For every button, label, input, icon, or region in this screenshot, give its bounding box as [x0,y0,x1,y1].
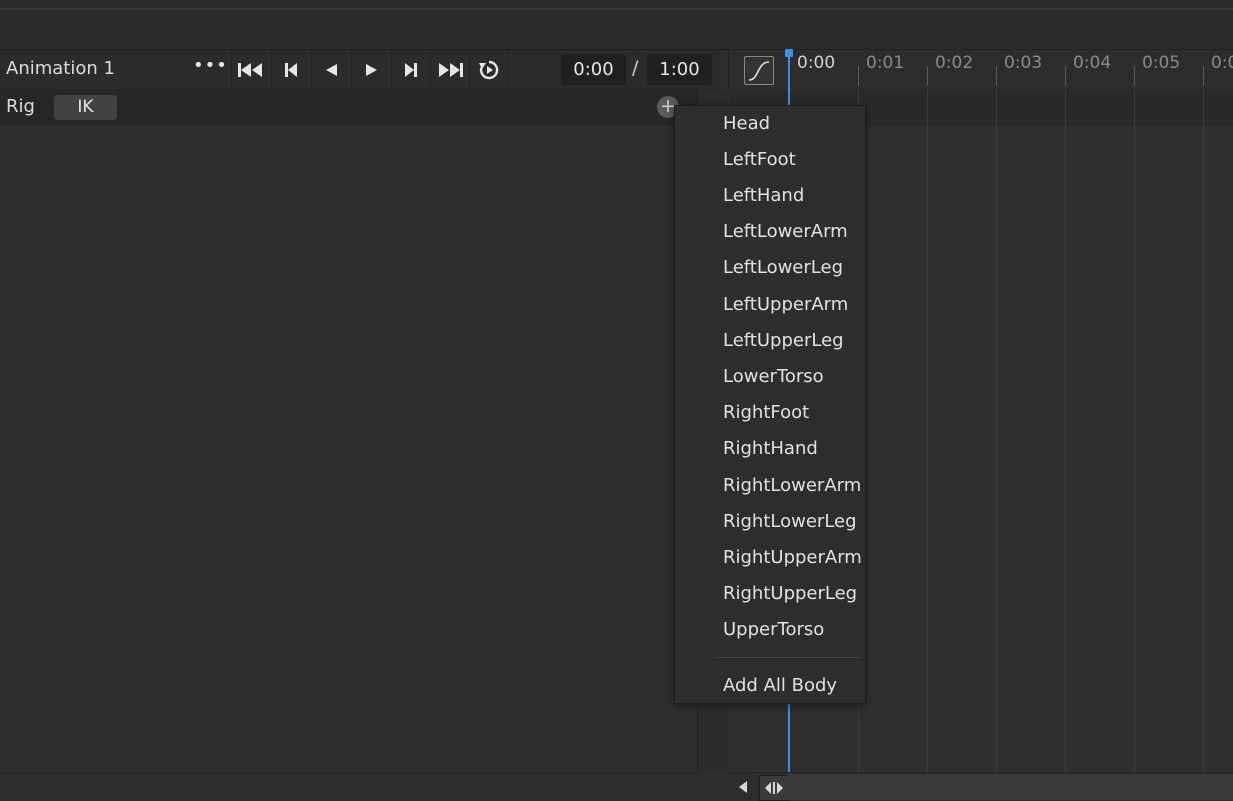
menu-item-lefthand[interactable]: LeftHand [723,185,804,206]
timeline-gridline [1203,90,1204,772]
previous-keyframe-icon [285,62,297,77]
menu-item-add-all-body[interactable]: Add All Body [723,675,837,696]
play-icon [366,63,377,76]
add-track-menu: Head LeftFoot LeftHand LeftLowerArm Left… [674,105,866,704]
playhead-handle[interactable] [785,49,793,57]
menu-item-leftlowerleg[interactable]: LeftLowerLeg [723,257,843,278]
menu-item-rightlowerarm[interactable]: RightLowerArm [723,475,861,496]
loop-button[interactable] [469,50,509,89]
time-separator: / [632,57,639,79]
ruler-tick [996,66,997,86]
ruler-label: 0:03 [1004,53,1043,73]
menu-item-rightupperarm[interactable]: RightUpperArm [723,547,862,568]
timeline-gridline [996,90,997,772]
track-list-panel [0,126,697,772]
scroll-left-button[interactable] [735,777,751,797]
next-keyframe-button[interactable] [391,50,430,89]
ruler-label: 0:01 [866,53,905,73]
skip-to-start-icon [238,62,262,77]
ruler-tick [1065,66,1066,86]
step-back-icon [326,63,337,76]
top-divider [0,8,1233,10]
easing-curve-button[interactable] [744,56,774,85]
skip-to-end-icon [439,62,463,77]
ruler-label: 0:02 [935,53,974,73]
rig-label: Rig [6,96,35,117]
current-time-field[interactable]: 0:00 [561,54,626,85]
more-options-button[interactable]: ••• [193,55,227,81]
menu-item-leftupperarm[interactable]: LeftUpperArm [723,294,848,315]
scroll-track[interactable] [787,774,1233,800]
scroll-thumb-icon [765,782,783,794]
menu-item-righthand[interactable]: RightHand [723,438,818,459]
ik-button[interactable]: IK [54,95,117,120]
menu-item-uppertorso[interactable]: UpperTorso [723,619,824,640]
menu-item-head[interactable]: Head [723,113,770,134]
menu-item-rightupperleg[interactable]: RightUpperLeg [723,583,857,604]
menu-separator [715,657,861,658]
menu-item-rightfoot[interactable]: RightFoot [723,402,809,423]
timeline-gridline [1134,90,1135,772]
track-list-footer [0,772,697,801]
scroll-thumb[interactable] [759,775,789,801]
total-time-field[interactable]: 1:00 [647,54,712,85]
menu-item-leftupperleg[interactable]: LeftUpperLeg [723,330,844,351]
ruler-tick [927,66,928,86]
skip-to-start-button[interactable] [231,50,270,89]
timeline-gridline [1065,90,1066,772]
timeline-gridline [927,90,928,772]
loop-icon [479,60,499,79]
ruler-label: 0:00 [797,53,836,73]
ruler-tick [858,66,859,86]
easing-curve-icon [748,61,770,81]
previous-keyframe-button[interactable] [271,50,310,89]
skip-to-end-button[interactable] [430,50,469,89]
menu-item-rightlowerleg[interactable]: RightLowerLeg [723,511,857,532]
ruler-tick [1134,66,1135,86]
menu-item-leftfoot[interactable]: LeftFoot [723,149,796,170]
ruler-label: 0:0 [1211,53,1233,73]
step-back-button[interactable] [311,50,350,89]
scroll-left-icon [739,781,747,793]
play-button[interactable] [351,50,390,89]
menu-item-lowertorso[interactable]: LowerTorso [723,366,824,387]
ruler-tick [1203,66,1204,86]
next-keyframe-icon [405,62,417,77]
animation-name[interactable]: Animation 1 [6,58,115,79]
ruler-label: 0:04 [1073,53,1112,73]
ruler-label: 0:05 [1142,53,1181,73]
menu-item-leftlowerarm[interactable]: LeftLowerArm [723,221,848,242]
